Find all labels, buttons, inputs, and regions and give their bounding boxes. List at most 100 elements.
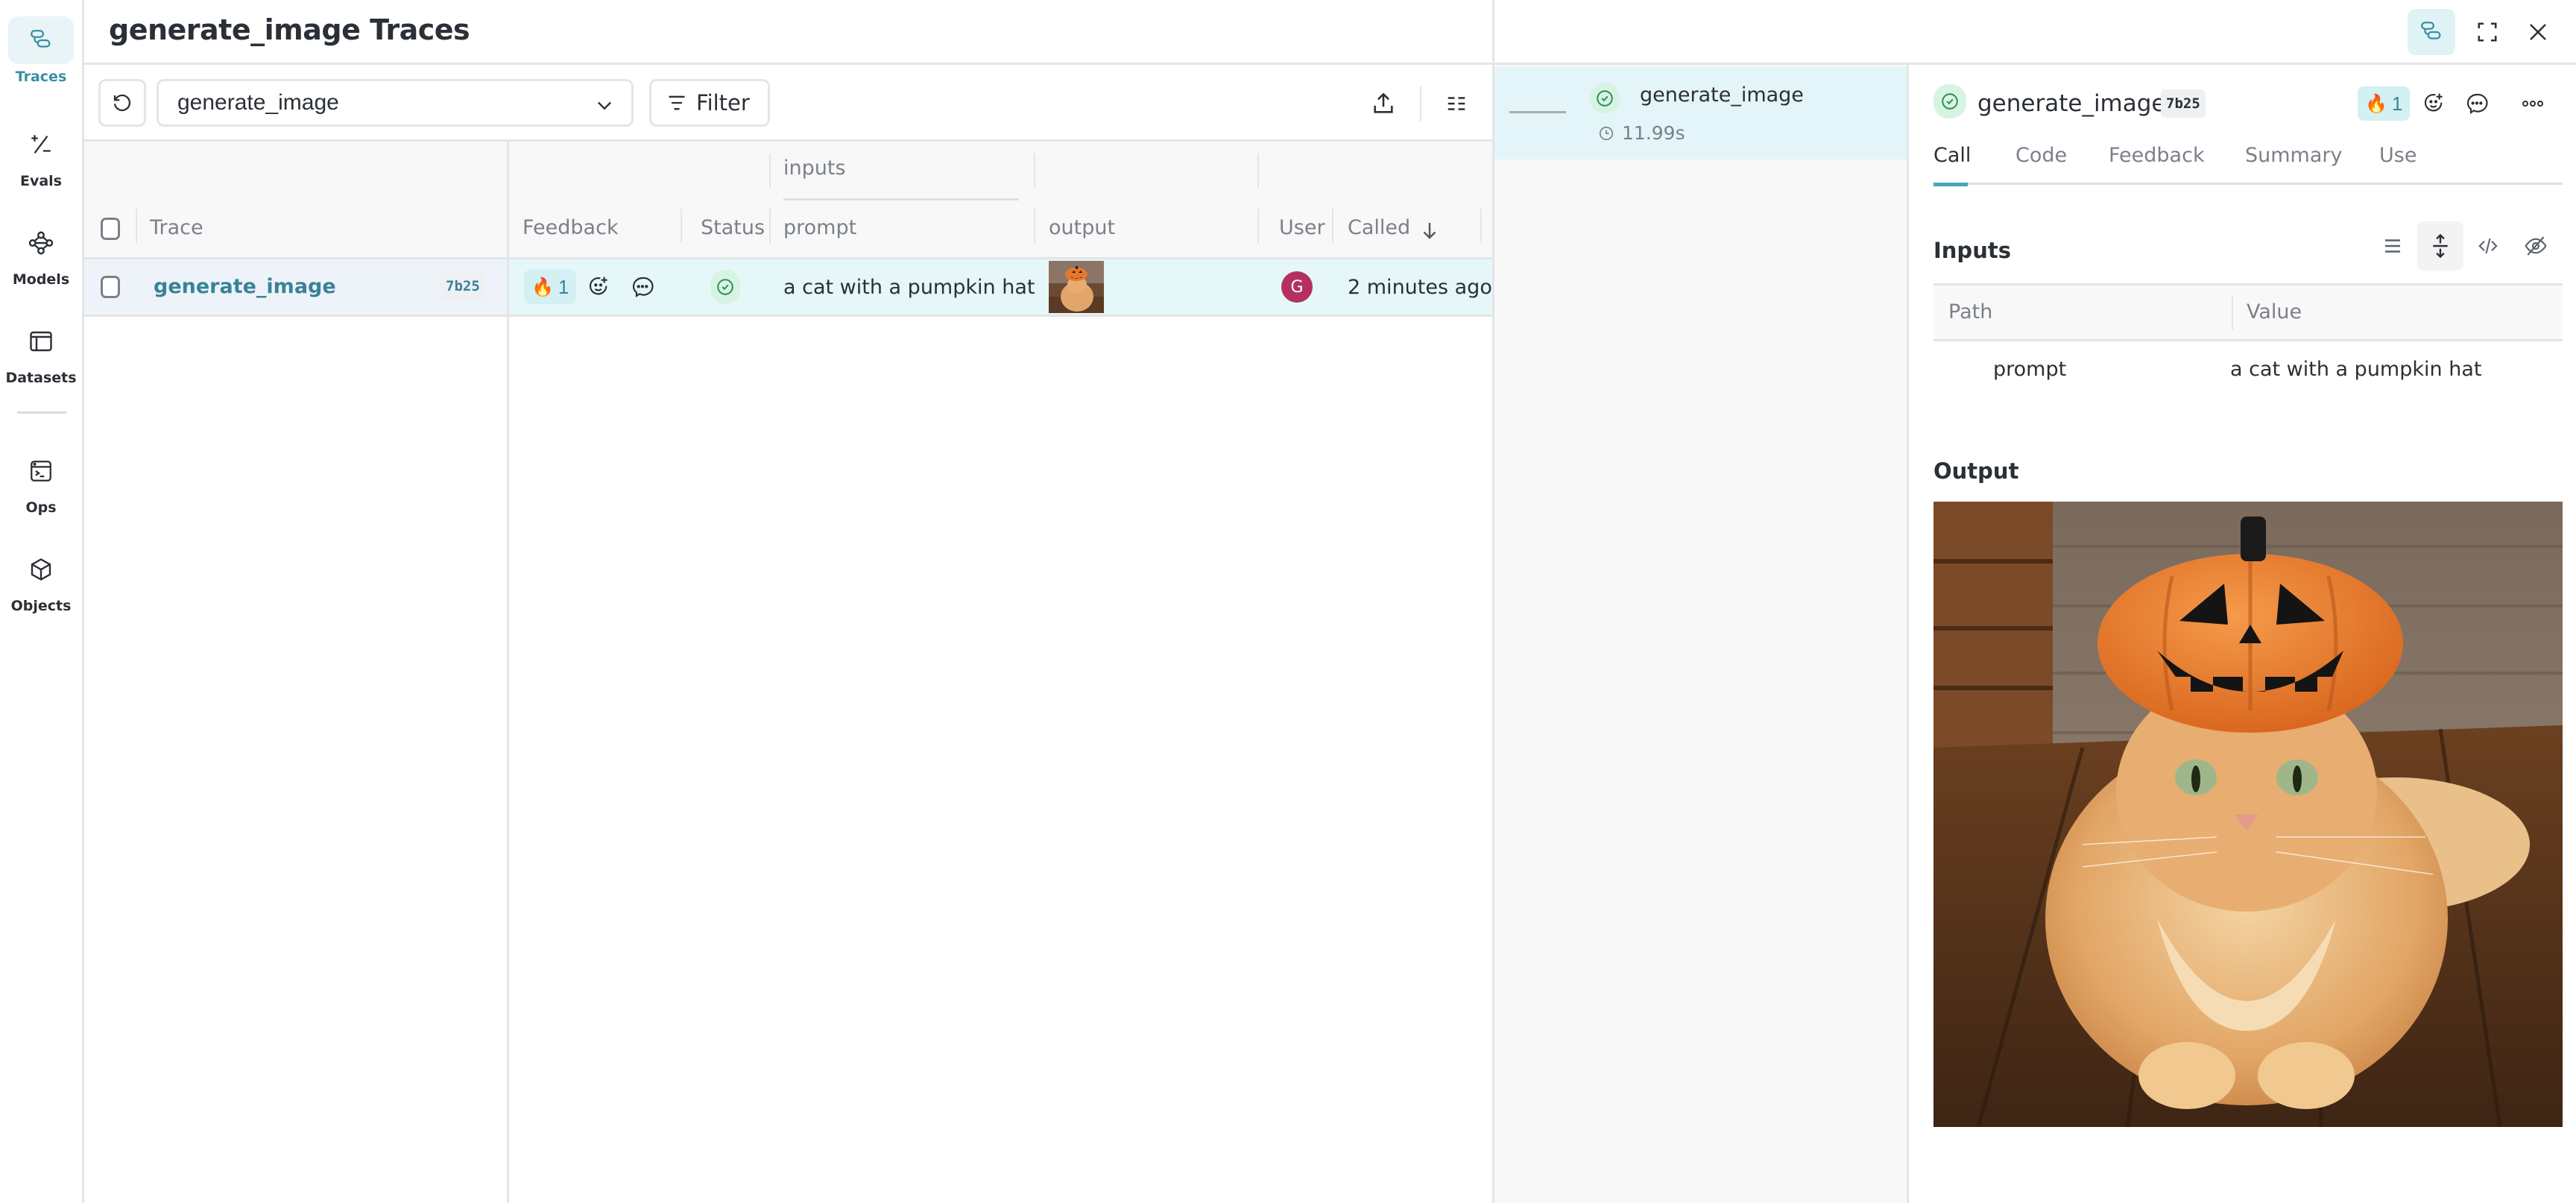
view-code-button[interactable] <box>2465 221 2511 271</box>
clock-icon <box>1599 126 1614 140</box>
call-hash-badge: 7b25 <box>2161 89 2206 118</box>
trace-tree-toggle-button[interactable] <box>2408 9 2455 55</box>
tab-use[interactable]: Use <box>2379 144 2416 167</box>
sidebar-item-ops[interactable]: Ops <box>0 447 82 529</box>
feedback-reaction-badge[interactable]: 🔥 1 <box>524 270 577 304</box>
models-icon <box>8 219 74 267</box>
check-circle-icon <box>1597 90 1613 107</box>
sidebar-item-label: Datasets <box>5 370 77 386</box>
export-button[interactable] <box>1366 86 1401 121</box>
page-header: generate_image Traces <box>84 0 1492 65</box>
sidebar-item-label: Ops <box>25 499 57 516</box>
manage-columns-button[interactable] <box>1439 86 1474 121</box>
op-select-value: generate_image <box>177 90 339 115</box>
export-icon <box>1374 92 1393 113</box>
op-select-dropdown[interactable]: generate_image <box>157 79 634 127</box>
user-avatar[interactable]: G <box>1281 271 1313 303</box>
status-success-badge <box>1590 83 1620 114</box>
fullscreen-button[interactable] <box>2463 9 2511 55</box>
select-all-checkbox[interactable] <box>101 218 120 240</box>
sidebar-item-traces[interactable]: Traces <box>0 16 82 98</box>
column-header-output[interactable]: output <box>1049 216 1115 239</box>
close-panel-button[interactable] <box>2514 9 2562 55</box>
trace-tree-node[interactable]: generate_image 11.99s <box>1494 67 1907 160</box>
trace-name-link[interactable]: generate_image <box>154 275 336 298</box>
sidebar: Traces Evals Models Datasets Ops Objects <box>0 0 84 1203</box>
objects-icon <box>8 546 74 593</box>
toolbar-divider <box>1420 86 1421 121</box>
column-header-prompt[interactable]: prompt <box>783 216 856 239</box>
fire-emoji-icon: 🔥 <box>531 277 554 297</box>
check-circle-icon <box>717 279 733 295</box>
pinned-column-divider <box>507 142 509 1203</box>
toolbar: generate_image Filter <box>84 65 1492 142</box>
input-path: prompt <box>1993 358 2067 381</box>
refresh-icon <box>113 94 130 111</box>
column-header-feedback[interactable]: Feedback <box>523 216 619 239</box>
output-image-thumbnail[interactable] <box>1049 261 1104 313</box>
column-header-path: Path <box>1948 300 1993 323</box>
call-detail-panel: generate_image 7b25 🔥 1 Call Code Feedba… <box>1909 65 2576 1203</box>
sidebar-item-label: Models <box>12 271 70 288</box>
page-title: generate_image Traces <box>109 13 470 46</box>
column-header-trace[interactable]: Trace <box>150 216 203 239</box>
inputs-row: prompt a cat with a pumpkin hat <box>1933 341 2563 401</box>
status-success-badge <box>710 270 740 304</box>
inputs-table-header: Path Value <box>1933 283 2563 341</box>
sidebar-item-models[interactable]: Models <box>0 219 82 301</box>
traces-icon <box>8 16 74 64</box>
call-tabs: Call Code Feedback Summary Use <box>1933 144 2563 186</box>
inputs-section-title: Inputs <box>1933 238 2011 263</box>
view-list-button[interactable] <box>2370 221 2416 271</box>
sidebar-divider <box>17 411 66 414</box>
expand-collapse-button[interactable] <box>2417 221 2463 271</box>
filter-label: Filter <box>696 90 750 116</box>
sort-descending-icon[interactable] <box>1418 219 1441 241</box>
tab-summary[interactable]: Summary <box>2245 144 2342 167</box>
trace-hash-badge: 7b25 <box>441 272 485 300</box>
add-note-icon[interactable] <box>631 275 654 299</box>
traces-table: inputs Trace Feedback Status prompt outp… <box>84 142 1492 1203</box>
tab-code[interactable]: Code <box>2015 144 2067 167</box>
sidebar-item-label: Objects <box>10 598 72 614</box>
refresh-button[interactable] <box>98 79 146 127</box>
column-header-called[interactable]: Called <box>1348 216 1410 239</box>
tab-call[interactable]: Call <box>1933 144 1971 167</box>
column-header-status[interactable]: Status <box>701 216 765 239</box>
ops-icon <box>8 447 74 495</box>
filter-button[interactable]: Filter <box>649 79 770 127</box>
feedback-reaction-badge[interactable]: 🔥 1 <box>2358 86 2411 121</box>
fullscreen-icon <box>2478 22 2497 42</box>
chevron-down-icon <box>598 101 611 110</box>
eye-off-icon <box>2525 236 2547 256</box>
check-circle-icon <box>1942 93 1958 110</box>
output-image[interactable] <box>1933 502 2563 1127</box>
hide-empty-button[interactable] <box>2513 221 2559 271</box>
sidebar-item-evals[interactable]: Evals <box>0 121 82 203</box>
active-tab-indicator <box>1933 183 1968 186</box>
output-section-title: Output <box>1933 458 2019 484</box>
close-icon <box>2530 24 2546 40</box>
column-header-value: Value <box>2247 300 2302 323</box>
sidebar-item-objects[interactable]: Objects <box>0 546 82 628</box>
add-note-icon[interactable] <box>2465 92 2489 116</box>
column-header-user[interactable]: User <box>1279 216 1325 239</box>
code-icon <box>2478 238 2498 254</box>
tree-node-duration: 11.99s <box>1598 122 1685 144</box>
sidebar-item-datasets[interactable]: Datasets <box>0 318 82 400</box>
list-icon <box>2385 239 2400 253</box>
row-checkbox[interactable] <box>101 276 120 298</box>
traces-icon <box>2421 22 2441 40</box>
table-row[interactable]: generate_image 7b25 🔥 1 a cat with a pum… <box>84 259 1492 317</box>
add-reaction-icon[interactable] <box>587 275 611 299</box>
side-panel-header <box>1492 0 2576 65</box>
tab-feedback[interactable]: Feedback <box>2109 144 2205 167</box>
add-reaction-icon[interactable] <box>2422 92 2446 116</box>
columns-icon <box>1448 97 1465 110</box>
status-success-badge <box>1933 84 1966 119</box>
reaction-count: 1 <box>558 275 569 298</box>
more-options-icon[interactable] <box>2520 95 2545 113</box>
fire-emoji-icon: 🔥 <box>2365 93 2387 114</box>
trace-tree-panel: generate_image 11.99s <box>1492 65 1909 1203</box>
tree-connector <box>1509 111 1566 113</box>
